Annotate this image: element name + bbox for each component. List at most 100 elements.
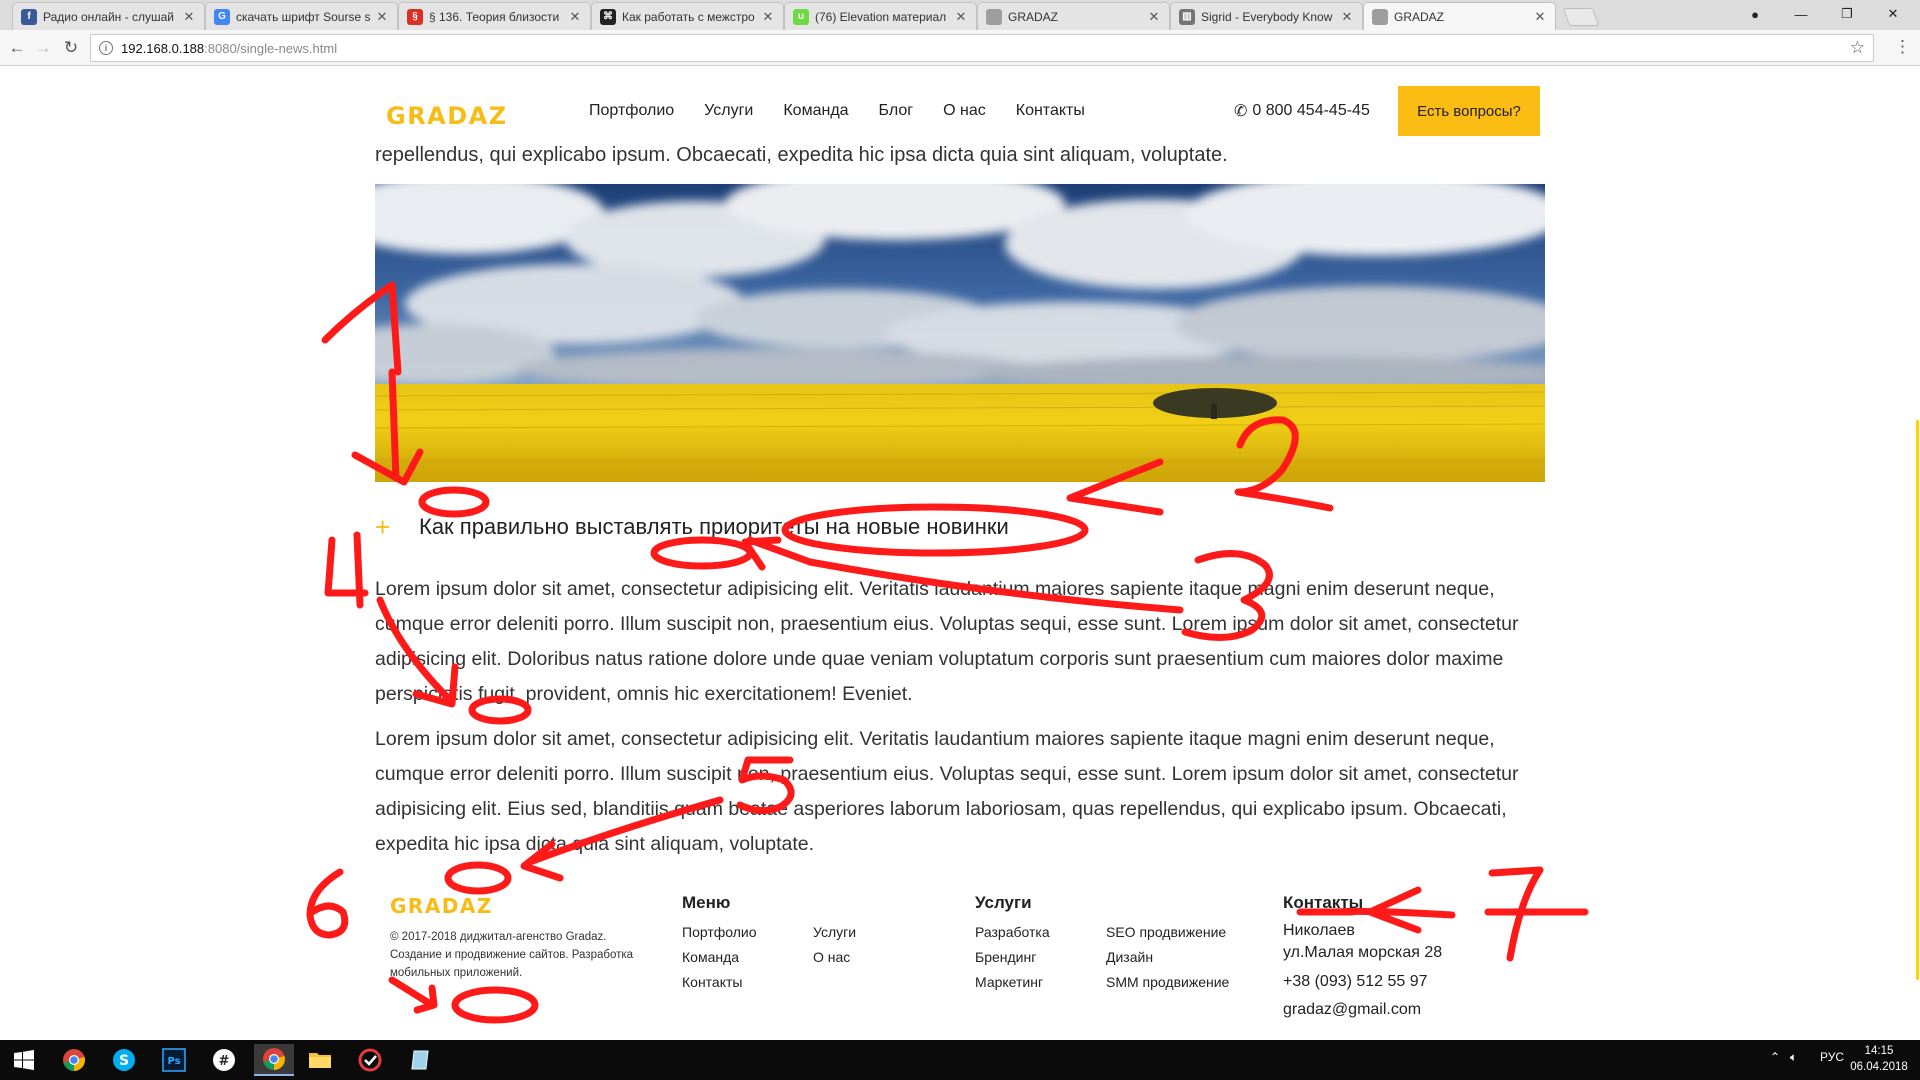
nav-team[interactable]: Команда [783, 102, 848, 120]
footer-email[interactable]: gradaz@gmail.com [1283, 1001, 1421, 1019]
forward-arrow-icon[interactable]: → [32, 37, 54, 59]
bookmark-star-icon[interactable]: ☆ [1850, 38, 1865, 58]
browser-tab[interactable]: Gскачать шрифт Sourse s ✕ [205, 2, 398, 30]
footer-link-marketing[interactable]: Маркетинг [975, 974, 1043, 990]
article-paragraph-1: Lorem ipsum dolor sit amet, consectetur … [375, 578, 1519, 705]
address-bar[interactable]: i 192.168.0.188:8080/single-news.html ☆ [90, 34, 1874, 62]
tray-chevron-icon[interactable]: ⌃ [1770, 1050, 1780, 1064]
svg-text:Ps: Ps [167, 1056, 180, 1067]
footer-phone[interactable]: +38 (093) 512 55 97 [1283, 973, 1428, 991]
facebook-icon: f [21, 8, 37, 25]
volume-icon[interactable]: 🔈︎ [1790, 1050, 1797, 1065]
minimize-icon[interactable]: — [1778, 0, 1824, 28]
footer-link-portfolio[interactable]: Портфолио [682, 924, 757, 940]
tab-close-icon[interactable]: ✕ [954, 9, 968, 25]
file-explorer-icon[interactable] [304, 1044, 336, 1076]
header-phone[interactable]: ✆ 0 800 454-45-45 [1234, 101, 1370, 121]
back-arrow-icon[interactable]: ← [6, 37, 28, 59]
reload-icon[interactable]: ↻ [60, 37, 82, 59]
footer-link-team[interactable]: Команда [682, 949, 739, 965]
close-window-icon[interactable]: ✕ [1870, 0, 1916, 28]
footer-link-contacts[interactable]: Контакты [682, 974, 742, 990]
tab-close-icon[interactable]: ✕ [761, 9, 775, 25]
taskbar-clock[interactable]: 14:15 06.04.2018 [1844, 1043, 1914, 1075]
restore-icon[interactable]: ❐ [1824, 0, 1870, 28]
site-header: GRADAZ Портфолио Услуги Команда Блог О н… [0, 66, 1914, 146]
tab-close-icon[interactable]: ✕ [568, 9, 582, 25]
footer-contacts-title: Контакты [1283, 893, 1364, 912]
browser-tab-title: скачать шрифт Sourse s [236, 9, 371, 24]
page-icon [1372, 8, 1388, 25]
nav-contacts[interactable]: Контакты [1016, 102, 1085, 120]
footer-link-branding[interactable]: Брендинг [975, 949, 1036, 965]
info-icon[interactable]: i [99, 41, 113, 55]
page-icon [986, 8, 1002, 25]
footer-link-seo[interactable]: SEO продвижение [1106, 924, 1226, 940]
footer-address: ул.Малая морская 28 [1283, 944, 1443, 961]
browser-tab-title: Sigrid - Everybody Know [1201, 9, 1333, 24]
skype-icon[interactable]: S [108, 1044, 140, 1076]
footer-link-services[interactable]: Услуги [813, 924, 856, 940]
new-tab-button[interactable] [1562, 8, 1600, 26]
tab-close-icon[interactable]: ✕ [375, 9, 389, 25]
browser-tab[interactable]: ⌘ Как работать с межстро ✕ [591, 2, 784, 30]
notepad-icon[interactable] [404, 1044, 436, 1076]
site-logo[interactable]: GRADAZ [386, 102, 508, 130]
article-title-row: + Как правильно выставлять приоритеты на… [375, 514, 1009, 540]
nav-blog[interactable]: Блог [879, 102, 914, 120]
svg-text:S: S [119, 1053, 129, 1069]
questions-button[interactable]: Есть вопросы? [1398, 86, 1540, 136]
footer-city: Николаев [1283, 922, 1355, 939]
profile-icon[interactable]: ● [1732, 0, 1778, 28]
header-phone-number: 0 800 454-45-45 [1252, 102, 1370, 119]
chrome-icon[interactable] [58, 1044, 90, 1076]
tab-close-icon[interactable]: ✕ [1533, 9, 1547, 25]
nav-services[interactable]: Услуги [704, 102, 753, 120]
rapeseed-field-photo [375, 184, 1545, 482]
browser-tab[interactable]: ▥ Sigrid - Everybody Know ✕ [1170, 2, 1363, 30]
browser-tab-title: GRADAZ [1008, 9, 1059, 24]
browser-tab-title: GRADAZ [1394, 9, 1445, 24]
language-indicator[interactable]: РУС [1820, 1050, 1844, 1064]
page-scrollbar[interactable] [1914, 66, 1920, 1040]
footer-link-development[interactable]: Разработка [975, 924, 1050, 940]
browser-tab[interactable]: GRADAZ ✕ [977, 2, 1170, 30]
footer-link-smm[interactable]: SMM продвижение [1106, 974, 1229, 990]
screen: f Радио онлайн - слушай ✕ Gскачать шрифт So… [0, 0, 1920, 1080]
site-footer: GRADAZ © 2017-2018 диджитал-агенство Gra… [0, 874, 1914, 1034]
browser-menu-icon[interactable]: ⋮ [1894, 37, 1911, 57]
main-nav: Портфолио Услуги Команда Блог О нас Конт… [589, 102, 1115, 120]
browser-tab-title: Как работать с межстро [622, 9, 755, 24]
tab-close-icon[interactable]: ✕ [182, 9, 196, 25]
browser-tab[interactable]: u (76) Elevation материал ✕ [784, 2, 977, 30]
browser-tab[interactable]: § § 136. Теория близости ✕ [398, 2, 591, 30]
slack-icon[interactable]: # [208, 1044, 240, 1076]
article-title: Как правильно выставлять приоритеты на н… [419, 514, 1009, 539]
browser-tab-title: Радио онлайн - слушай [43, 9, 174, 24]
article-hero-image [375, 184, 1545, 482]
footer-menu-title: Меню [682, 893, 731, 912]
photoshop-icon[interactable]: Ps [158, 1044, 190, 1076]
url-host: 192.168.0.188 [121, 40, 205, 56]
browser-tab[interactable]: GRADAZ ✕ [1363, 2, 1556, 30]
nav-about[interactable]: О нас [943, 102, 986, 120]
windows-taskbar: S Ps # ⌃ 🔈︎ РУС 14:15 06.04.2018 [0, 1040, 1920, 1080]
footer-link-design[interactable]: Дизайн [1106, 949, 1153, 965]
clock-date: 06.04.2018 [1850, 1061, 1908, 1073]
tab-close-icon[interactable]: ✕ [1147, 9, 1161, 25]
page-scrollbar-thumb[interactable] [1916, 420, 1919, 980]
command-icon: ⌘ [600, 8, 616, 25]
chart-page-icon: ▥ [1179, 8, 1195, 25]
windows-start-icon[interactable] [8, 1044, 40, 1076]
footer-link-about[interactable]: О нас [813, 949, 850, 965]
nav-portfolio[interactable]: Портфолио [589, 102, 674, 120]
svg-text:#: # [219, 1054, 230, 1069]
browser-toolbar: ← → ↻ i 192.168.0.188:8080/single-news.h… [0, 30, 1920, 66]
browser-tab[interactable]: f Радио онлайн - слушай ✕ [12, 2, 205, 30]
wunderlist-icon[interactable] [354, 1044, 386, 1076]
tab-close-icon[interactable]: ✕ [1340, 9, 1354, 25]
chrome-active-icon[interactable] [254, 1044, 294, 1076]
google-icon: G [214, 8, 230, 25]
phone-icon: ✆ [1234, 103, 1248, 120]
footer-logo[interactable]: GRADAZ [390, 894, 493, 918]
